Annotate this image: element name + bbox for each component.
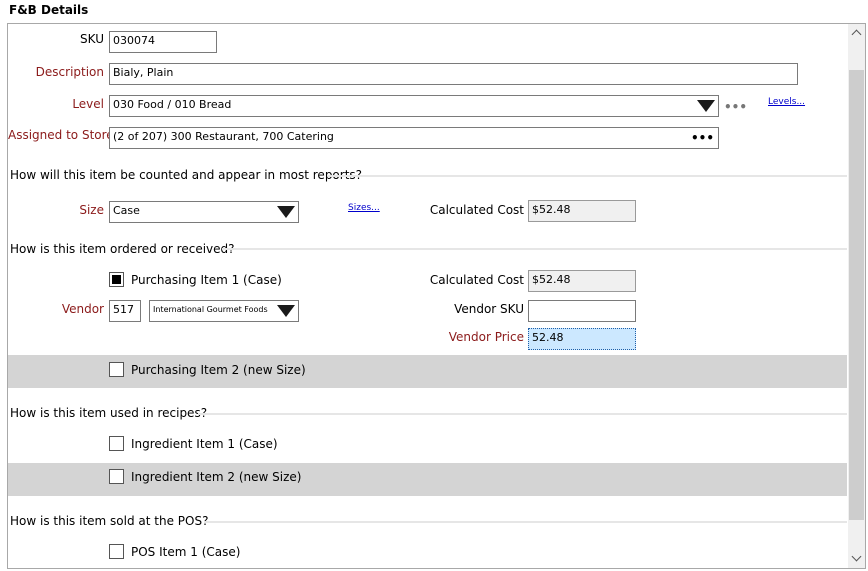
chevron-down-icon[interactable] [851,551,862,562]
level-value: 030 Food / 010 Bread [113,98,232,111]
scrollbar-thumb[interactable] [849,70,864,520]
pos-item-1-label: POS Item 1 (Case) [131,545,241,559]
size-select[interactable]: Case [109,201,299,223]
calculated-cost-field: $52.48 [528,200,636,222]
triangle-down-icon [277,305,295,317]
level-select[interactable]: 030 Food / 010 Bread [109,95,719,117]
triangle-down-icon [277,206,295,218]
vendor-code-input[interactable]: 517 [109,300,141,322]
ellipsis-icon[interactable]: ••• [691,132,714,144]
purchasing-item-1-label: Purchasing Item 1 (Case) [131,273,282,287]
divider [198,413,847,415]
section-counted-heading: How will this item be counted and appear… [10,168,363,182]
stores-label: Assigned to Stores [8,128,120,142]
size-label: Size [79,203,104,217]
levels-link[interactable]: Levels... [768,97,805,107]
sku-input[interactable]: 030074 [109,31,217,53]
sizes-link[interactable]: Sizes... [348,203,380,213]
purchasing-item-2-checkbox[interactable] [109,362,124,377]
section-pos-heading: How is this item sold at the POS? [10,514,209,528]
size-value: Case [113,204,140,217]
ingredient-item-2-label: Ingredient Item 2 (new Size) [131,470,302,484]
ingredient-item-1-label: Ingredient Item 1 (Case) [131,437,278,451]
details-panel: SKU 030074 Description Bialy, Plain Leve… [7,23,866,569]
purchasing-item-1-checkbox[interactable] [109,272,124,287]
ingredient-item-2-checkbox[interactable] [109,469,124,484]
ingredient-item-1-checkbox[interactable] [109,436,124,451]
divider [204,521,847,523]
stores-input[interactable]: (2 of 207) 300 Restaurant, 700 Catering … [109,127,719,149]
vendor-price-input[interactable]: 52.48 [528,328,636,350]
purchasing-item-2-label: Purchasing Item 2 (new Size) [131,363,306,377]
divider [328,175,847,177]
vertical-scrollbar[interactable] [848,24,865,568]
vendor-label: Vendor [61,302,104,316]
chevron-up-icon[interactable] [851,29,862,40]
triangle-down-icon [697,100,715,112]
purchasing-calculated-cost-field: $52.48 [528,270,636,292]
description-input[interactable]: Bialy, Plain [109,63,798,85]
purchasing-calculated-cost-label: Calculated Cost [429,273,524,287]
vendor-name: International Gourmet Foods [153,305,268,314]
divider [222,248,847,250]
level-label: Level [72,97,104,111]
vendor-select[interactable]: International Gourmet Foods [149,300,299,322]
calculated-cost-label: Calculated Cost [429,203,524,217]
vendor-sku-input[interactable] [528,300,636,322]
stores-value: (2 of 207) 300 Restaurant, 700 Catering [113,130,334,143]
section-ordered-heading: How is this item ordered or received? [10,242,235,256]
sku-label: SKU [80,32,104,46]
description-label: Description [35,65,104,79]
pos-item-1-checkbox[interactable] [109,544,124,559]
vendor-price-label: Vendor Price [448,330,524,344]
ellipsis-icon[interactable]: ••• [724,101,747,113]
window-title: F&B Details [9,3,89,17]
section-recipes-heading: How is this item used in recipes? [10,406,208,420]
vendor-sku-label: Vendor SKU [454,302,524,316]
